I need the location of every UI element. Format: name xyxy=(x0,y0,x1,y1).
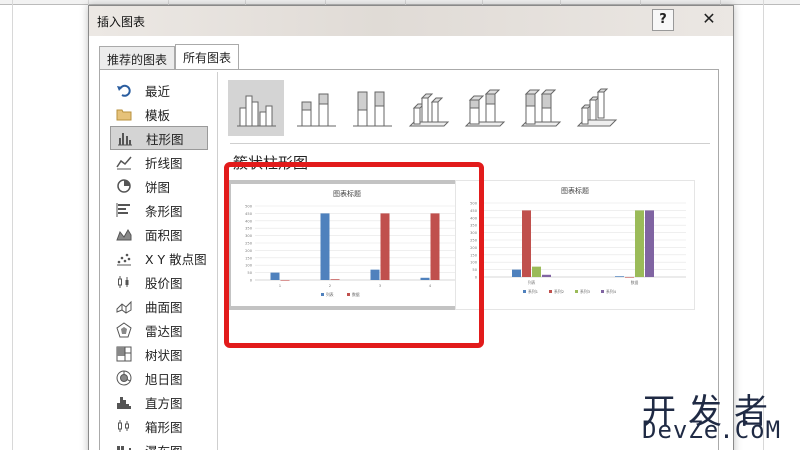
subtype-3d-100-stacked-column[interactable] xyxy=(512,80,568,136)
sidebar-item-label: 旭日图 xyxy=(145,371,183,387)
line-chart-icon xyxy=(115,153,133,171)
subtype-separator xyxy=(230,143,710,144)
legend-label: 系列4 xyxy=(606,289,617,294)
sidebar-item-histogram-chart[interactable]: 直方图 xyxy=(110,390,208,414)
subtype-3d-stacked-column[interactable] xyxy=(456,80,512,136)
clustered-column-icon xyxy=(237,95,276,127)
subtype-3d-clustered-column[interactable] xyxy=(400,80,456,136)
sidebar-item-undo-arrow[interactable]: 最近 xyxy=(110,78,208,102)
radar-chart-icon xyxy=(115,321,133,339)
sidebar-item-scatter-chart[interactable]: X Y 散点图 xyxy=(110,246,208,270)
sidebar-item-waterfall-chart[interactable]: 瀑布图 xyxy=(110,438,208,450)
chart-preview-2[interactable]: 图表标题 0 50 100 150 200 250 300 350 400 450 500 列表 数据 系列… xyxy=(455,180,695,310)
subtype-3d-column[interactable] xyxy=(568,80,624,136)
percent-stacked-column-icon xyxy=(353,91,392,127)
watermark-line-2: DevZe.CoM xyxy=(642,416,782,444)
chart-type-list: 最近模板柱形图折线图饼图条形图面积图 X Y 散点图 股价图曲面图雷达图树状图旭日图… xyxy=(110,78,216,450)
bar xyxy=(625,277,634,278)
sheet-column-line xyxy=(12,0,13,450)
tab-recommended-charts[interactable]: 推荐的图表 xyxy=(99,46,176,70)
legend-label: 系列3 xyxy=(580,289,591,294)
close-button[interactable]: ✕ xyxy=(689,9,729,31)
sidebar-item-label: 箱形图 xyxy=(145,419,183,435)
x-tick-label: 列表 xyxy=(528,280,536,285)
sidebar-item-box-whisker-chart[interactable]: 箱形图 xyxy=(110,414,208,438)
legend-label: 系列2 xyxy=(554,289,565,294)
sidebar-item-label: 雷达图 xyxy=(145,323,183,339)
sidebar-divider xyxy=(217,72,218,450)
dialog-titlebar[interactable]: 插入图表 ? ✕ xyxy=(89,6,733,36)
sunburst-chart-icon xyxy=(115,369,133,387)
legend-swatch xyxy=(575,290,578,293)
bar xyxy=(645,210,654,277)
3d-column-icon xyxy=(576,88,618,127)
legend-swatch xyxy=(601,290,604,293)
sidebar-item-treemap-chart[interactable]: 树状图 xyxy=(110,342,208,366)
bar xyxy=(512,269,521,277)
sidebar-item-sunburst-chart[interactable]: 旭日图 xyxy=(110,366,208,390)
bar xyxy=(532,266,541,277)
3d-clustered-column-icon xyxy=(408,93,450,127)
sidebar-item-folder[interactable]: 模板 xyxy=(110,102,208,126)
sidebar-item-bar-chart[interactable]: 条形图 xyxy=(110,198,208,222)
sidebar-item-area-chart[interactable]: 面积图 xyxy=(110,222,208,246)
sidebar-item-column-chart[interactable]: 柱形图 xyxy=(110,126,208,150)
stacked-column-icon xyxy=(297,93,336,127)
help-button[interactable]: ? xyxy=(652,9,674,31)
legend-swatch xyxy=(523,290,526,293)
3d-percent-stacked-column-icon xyxy=(520,89,562,127)
scatter-chart-icon xyxy=(115,249,133,267)
sidebar-item-label: 条形图 xyxy=(145,203,183,219)
subtype-100-stacked-column[interactable] xyxy=(344,80,400,136)
sidebar-item-label: 瀑布图 xyxy=(145,441,183,450)
histogram-chart-icon xyxy=(115,393,133,411)
sidebar-item-surface-chart[interactable]: 曲面图 xyxy=(110,294,208,318)
sheet-column-line xyxy=(763,0,764,450)
sidebar-item-label: 模板 xyxy=(145,107,171,123)
surface-chart-icon xyxy=(115,297,133,315)
watermark: 开发者 DevZe.CoM xyxy=(642,384,798,448)
bar xyxy=(542,274,551,277)
undo-arrow-icon xyxy=(115,81,133,99)
sidebar-item-line-chart[interactable]: 折线图 xyxy=(110,150,208,174)
subtype-clustered-column[interactable] xyxy=(228,80,284,136)
bar xyxy=(522,210,531,277)
bar xyxy=(635,210,644,277)
sidebar-item-stock-chart[interactable]: 股价图 xyxy=(110,270,208,294)
treemap-chart-icon xyxy=(115,345,133,363)
area-chart-icon xyxy=(115,225,133,243)
column-chart-icon xyxy=(116,129,134,147)
sidebar-item-label: 柱形图 xyxy=(146,131,184,147)
sidebar-item-radar-chart[interactable]: 雷达图 xyxy=(110,318,208,342)
sidebar-item-label: 折线图 xyxy=(145,155,183,171)
bar-chart-icon xyxy=(115,201,133,219)
red-highlight-box xyxy=(224,162,484,348)
x-tick-label: 数据 xyxy=(631,280,639,285)
sidebar-item-label: 面积图 xyxy=(145,227,183,243)
sidebar-item-label: X Y 散点图 xyxy=(145,251,207,267)
bar xyxy=(615,276,624,277)
legend-swatch xyxy=(549,290,552,293)
box-whisker-chart-icon xyxy=(115,417,133,435)
preview-chart-2: 图表标题050100150200250300350400450500列表 数据系列… xyxy=(470,186,686,294)
sidebar-item-label: 最近 xyxy=(145,83,171,99)
folder-icon xyxy=(115,105,133,123)
dialog-title: 插入图表 xyxy=(97,15,146,29)
sidebar-item-label: 直方图 xyxy=(145,395,183,411)
3d-stacked-column-icon xyxy=(464,89,506,127)
sidebar-item-label: 树状图 xyxy=(145,347,183,363)
sidebar-item-label: 饼图 xyxy=(145,179,171,195)
waterfall-chart-icon xyxy=(115,441,133,450)
sidebar-item-pie-chart[interactable]: 饼图 xyxy=(110,174,208,198)
pie-chart-icon xyxy=(115,177,133,195)
tab-all-charts[interactable]: 所有图表 xyxy=(175,44,240,70)
stock-chart-icon xyxy=(115,273,133,291)
subtype-stacked-column[interactable] xyxy=(288,80,344,136)
sidebar-item-label: 股价图 xyxy=(145,275,183,291)
chart-title: 图表标题 xyxy=(561,186,589,195)
sidebar-item-label: 曲面图 xyxy=(145,299,183,315)
legend-label: 系列1 xyxy=(528,289,539,294)
